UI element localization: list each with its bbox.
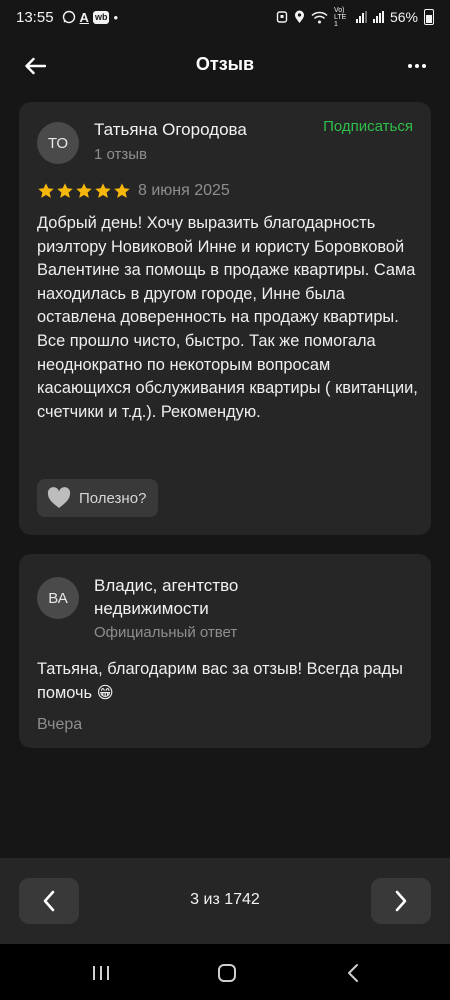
status-time: 13:55 <box>16 8 54 26</box>
more-horizontal-icon <box>408 64 412 68</box>
reply-text: Татьяна, благодарим вас за отзыв! Всегда… <box>37 660 403 702</box>
home-button[interactable] <box>212 958 242 988</box>
status-right-icons: Vo) LTE1 56% <box>276 7 434 28</box>
official-reply-label: Официальный ответ <box>94 624 238 641</box>
status-dot: • <box>113 9 118 25</box>
review-date: 8 июня 2025 <box>138 182 230 199</box>
pager: 3 из 1742 <box>0 858 450 944</box>
status-letter: A <box>79 9 89 25</box>
back-chevron-icon <box>348 964 358 982</box>
heart-icon <box>47 487 71 508</box>
recent-apps-button[interactable] <box>86 958 116 988</box>
more-options-button[interactable] <box>402 54 432 78</box>
whatsapp-icon <box>62 10 75 24</box>
wb-badge-icon: wb <box>92 10 110 24</box>
star-icon <box>57 183 73 198</box>
page-title: Отзыв <box>195 54 255 74</box>
avatar[interactable]: ТО <box>37 122 79 164</box>
author-reviews-count: 1 отзыв <box>94 146 148 163</box>
location-icon <box>294 10 304 23</box>
chevron-left-icon <box>43 890 55 912</box>
status-bar: 13:55 A wb • Vo) LTE1 56% <box>0 0 450 34</box>
battery-percent: 56% <box>389 9 418 25</box>
content-area: ТО Татьяна Огородова 1 отзыв Подписаться… <box>0 98 450 858</box>
alarm-icon <box>276 11 288 23</box>
next-review-button[interactable] <box>371 878 431 924</box>
company-name[interactable]: Владис, агентство недвижимости <box>94 574 314 620</box>
star-icon <box>114 183 130 198</box>
home-icon <box>218 964 236 982</box>
signal-icon-1 <box>355 11 367 23</box>
company-avatar[interactable]: ВА <box>37 577 79 619</box>
reply-date: Вчера <box>37 716 83 733</box>
review-text: Добрый день! Хочу выразить благодарность… <box>37 214 418 421</box>
app-bar: Отзыв <box>0 34 450 98</box>
subscribe-button[interactable]: Подписаться <box>323 118 413 135</box>
useful-button[interactable]: Полезно? <box>37 479 159 517</box>
chevron-right-icon <box>395 890 407 912</box>
battery-icon <box>424 9 434 25</box>
review-author[interactable]: Татьяна Огородова <box>94 120 247 140</box>
wifi-icon <box>311 11 328 23</box>
system-nav-bar <box>0 944 450 1000</box>
previous-review-button[interactable] <box>19 878 79 924</box>
status-left-icons: A wb • <box>62 10 118 25</box>
arrow-left-icon <box>25 57 46 75</box>
star-icon <box>76 183 92 198</box>
signal-icon-2 <box>372 11 384 23</box>
star-icon <box>95 183 111 198</box>
useful-label: Полезно? <box>79 489 147 507</box>
system-back-button[interactable] <box>338 958 368 988</box>
recent-apps-icon <box>93 966 109 980</box>
star-icon <box>38 183 54 198</box>
review-card: ТО Татьяна Огородова 1 отзыв Подписаться… <box>19 102 431 535</box>
back-button[interactable] <box>20 52 50 80</box>
rating-stars <box>37 182 131 200</box>
lte-label: Vo) LTE1 <box>333 6 347 28</box>
reply-card: ВА Владис, агентство недвижимости Официа… <box>19 554 431 748</box>
